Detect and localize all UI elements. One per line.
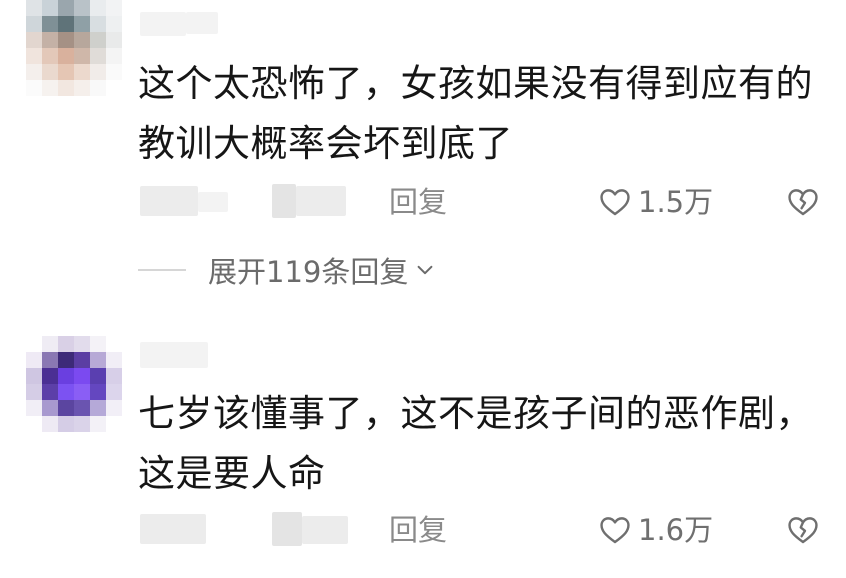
avatar-pixel	[106, 400, 122, 416]
avatar[interactable]	[26, 336, 122, 432]
comment-meta	[272, 512, 302, 546]
avatar-pixel	[74, 416, 90, 432]
avatar-pixel	[58, 416, 74, 432]
comment-text: 七岁该懂事了，这不是孩子间的恶作剧，这是要人命	[138, 392, 813, 495]
comment-meta	[140, 514, 206, 544]
avatar-pixel	[26, 416, 42, 432]
avatar-pixel	[90, 336, 106, 352]
broken-heart-icon[interactable]	[786, 513, 820, 547]
avatar-pixel	[106, 368, 122, 384]
avatar-pixel	[90, 416, 106, 432]
avatar-pixel	[74, 368, 90, 384]
like-button[interactable]: 1.6万	[598, 510, 713, 550]
avatar-pixel	[74, 400, 90, 416]
avatar-pixel	[26, 368, 42, 384]
avatar-pixel	[106, 336, 122, 352]
avatar-pixel	[74, 336, 90, 352]
avatar-pixel	[42, 384, 58, 400]
avatar-pixel	[58, 352, 74, 368]
avatar-pixel	[90, 400, 106, 416]
reply-button[interactable]: 回复	[389, 510, 447, 550]
avatar-pixel	[58, 336, 74, 352]
comment-item: 七岁该懂事了，这不是孩子间的恶作剧，这是要人命 回复 1.6万	[0, 0, 846, 578]
heart-outline-icon	[600, 517, 630, 544]
avatar-pixel	[58, 384, 74, 400]
avatar-pixel	[26, 336, 42, 352]
comment-actions: 回复 1.6万	[0, 510, 846, 550]
avatar-pixel	[26, 400, 42, 416]
avatar-pixel	[42, 416, 58, 432]
avatar-pixel	[42, 352, 58, 368]
avatar-pixel	[74, 352, 90, 368]
avatar-pixel	[90, 384, 106, 400]
comment-meta	[302, 516, 348, 544]
avatar-pixel	[106, 416, 122, 432]
avatar-pixel	[58, 368, 74, 384]
avatar-pixel	[42, 368, 58, 384]
avatar-pixel	[42, 400, 58, 416]
avatar-pixel	[90, 368, 106, 384]
avatar-pixel	[74, 384, 90, 400]
avatar-pixel	[42, 336, 58, 352]
avatar-pixel	[26, 384, 42, 400]
like-count: 1.6万	[638, 513, 714, 547]
username[interactable]	[140, 342, 208, 368]
avatar-pixel	[106, 352, 122, 368]
avatar-pixel	[26, 352, 42, 368]
avatar-pixel	[90, 352, 106, 368]
avatar-pixel	[106, 384, 122, 400]
avatar-pixel	[58, 400, 74, 416]
